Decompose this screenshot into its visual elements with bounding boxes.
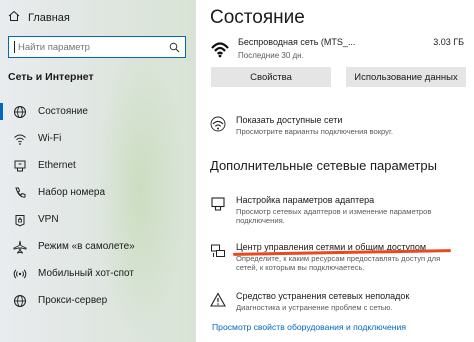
sidebar-item-ethernet[interactable]: Ethernet [0, 152, 196, 179]
sidebar-item-label: Wi-Fi [38, 133, 62, 144]
airplane-icon [12, 239, 28, 255]
data-usage-button[interactable]: Использование данных [346, 67, 466, 87]
adapter-icon [210, 195, 230, 226]
sidebar-item-dialup[interactable]: Набор номера [0, 179, 196, 206]
network-center-icon [210, 242, 230, 273]
search-box[interactable] [8, 36, 186, 58]
sidebar-item-label: Мобильный хот-спот [38, 268, 134, 279]
show-networks-item[interactable]: Показать доступные сети Просмотрите вари… [210, 115, 456, 137]
sidebar-item-label: Прокси-сервер [38, 295, 108, 306]
properties-button[interactable]: Свойства [211, 67, 331, 87]
hardware-properties-link[interactable]: Просмотр свойств оборудования и подключе… [212, 322, 406, 332]
sidebar-item-status[interactable]: Состояние [0, 98, 196, 125]
sidebar-item-label: Ethernet [38, 160, 76, 171]
warning-icon [210, 291, 230, 313]
sidebar-item-label: VPN [38, 214, 59, 225]
advanced-settings-title: Дополнительные сетевые параметры [210, 158, 437, 173]
sidebar-item-hotspot[interactable]: Мобильный хот-спот [0, 260, 196, 287]
globe-icon [12, 293, 28, 309]
item-description: Просмотрите варианты подключения вокруг. [236, 127, 393, 136]
sidebar-item-label: Режим «в самолете» [38, 241, 135, 252]
search-input[interactable] [15, 41, 163, 53]
hotspot-icon [12, 266, 28, 282]
vpn-icon [12, 212, 28, 228]
home-icon [8, 10, 20, 25]
item-description: Просмотр сетевых адаптеров и изменение п… [236, 207, 432, 226]
page-title: Состояние [210, 7, 305, 28]
wifi-signal-icon [210, 36, 230, 63]
item-title: Настройка параметров адаптера [236, 195, 375, 205]
wifi-icon [12, 131, 28, 147]
data-used: 3.03 ГБ [433, 37, 464, 47]
sharing-center-item[interactable]: Центр управления сетями и общим доступом… [210, 242, 456, 273]
sidebar-item-airplane-mode[interactable]: Режим «в самолете» [0, 233, 196, 260]
sidebar-item-label: Состояние [38, 106, 88, 117]
adapter-settings-item[interactable]: Настройка параметров адаптера Просмотр с… [210, 195, 456, 226]
dialup-icon [12, 185, 28, 201]
sidebar: Главная Сеть и Интернет Состояние Wi-Fi … [0, 0, 196, 342]
sidebar-section-title: Сеть и Интернет [8, 71, 94, 83]
item-description: Определите, к каким ресурсам предоставля… [236, 254, 441, 273]
home-label: Главная [28, 11, 70, 24]
network-icon [210, 115, 230, 137]
sidebar-nav: Состояние Wi-Fi Ethernet Набор номера VP… [0, 98, 196, 314]
main-content: Состояние Беспроводная сеть (MTS_... 3.0… [196, 0, 474, 342]
ethernet-icon [12, 158, 28, 174]
data-period: Последние 30 дн. [238, 51, 304, 60]
sidebar-item-wifi[interactable]: Wi-Fi [0, 125, 196, 152]
item-title: Показать доступные сети [236, 115, 343, 125]
network-name: Беспроводная сеть (MTS_... [238, 37, 356, 47]
sidebar-item-label: Набор номера [38, 187, 106, 198]
item-title: Средство устранения сетевых неполадок [236, 291, 410, 301]
home-nav-item[interactable]: Главная [8, 10, 70, 25]
search-icon[interactable] [163, 42, 185, 53]
sidebar-item-proxy[interactable]: Прокси-сервер [0, 287, 196, 314]
sidebar-item-vpn[interactable]: VPN [0, 206, 196, 233]
item-description: Диагностика и устранение проблем с сетью… [236, 303, 393, 312]
globe-icon [12, 104, 28, 120]
troubleshooter-item[interactable]: Средство устранения сетевых неполадок Ди… [210, 291, 456, 313]
